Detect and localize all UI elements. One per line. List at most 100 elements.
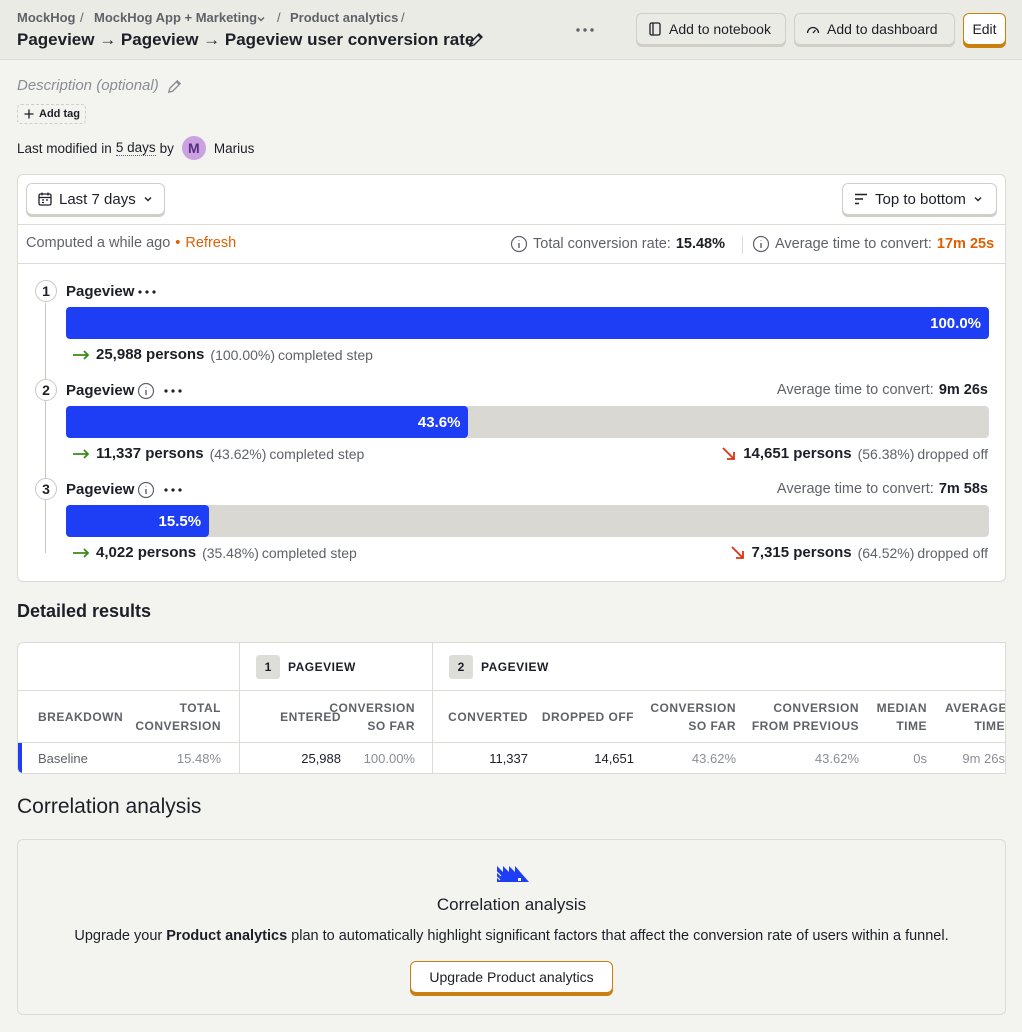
sort-icon (853, 191, 869, 207)
arrow-down-right-icon (730, 545, 746, 561)
more-icon[interactable] (163, 384, 183, 398)
page-title: Pageview → Pageview → Pageview user conv… (17, 30, 475, 49)
divider (742, 236, 743, 254)
more-icon[interactable] (575, 22, 595, 38)
date-range-select[interactable]: Last 7 days (26, 183, 165, 215)
plus-icon (23, 108, 35, 120)
table-cell: Baseline (38, 751, 88, 766)
refresh-link[interactable]: Refresh (185, 235, 236, 251)
detailed-results-table: 1 PAGEVIEW 2 PAGEVIEW BREAKDOWN TOTAL CO… (17, 642, 1006, 774)
breadcrumb-project[interactable]: MockHog App + Marketing (94, 10, 257, 25)
date-range-label: Last 7 days (59, 190, 136, 208)
step-avg-value: 7m 58s (938, 481, 988, 497)
completed-text: completed step (278, 346, 373, 363)
bullet: • (175, 235, 181, 251)
step-bar-label: 43.6% (417, 413, 461, 431)
correlation-desc-pre: Upgrade your (74, 928, 163, 944)
column-header: AVERAGE TIME (945, 701, 1006, 733)
arrow-right-icon (72, 349, 90, 361)
description-field[interactable]: Description (optional) (17, 77, 159, 94)
breadcrumb-section[interactable]: Product analytics (290, 10, 398, 25)
step-name: Pageview (66, 283, 135, 300)
breadcrumb-org[interactable]: MockHog (17, 10, 76, 25)
last-modified-in: in (101, 140, 112, 156)
avg-time-label: Average time to convert: (775, 236, 932, 252)
column-header: TOTAL CONVERSION (135, 701, 221, 733)
avatar: M (181, 136, 206, 160)
info-icon[interactable] (510, 235, 528, 253)
step-connector (45, 303, 46, 553)
column-header: CONVERTED (448, 710, 528, 724)
divider (18, 742, 1005, 743)
step-bar-label: 15.5% (158, 512, 202, 530)
completed-count: 4,022 persons (96, 544, 197, 561)
info-icon[interactable] (752, 235, 770, 253)
more-icon[interactable] (137, 285, 157, 299)
divider (18, 690, 1005, 691)
step-avg-label: Average time to convert: (776, 382, 934, 398)
divider (432, 643, 433, 773)
add-to-dashboard-button[interactable]: Add to dashboard (794, 13, 955, 45)
step-dropped: 14,651 persons (56.38%) dropped off (721, 445, 988, 462)
step-bar-fill: 100.0% (66, 307, 989, 339)
table-cell: 9m 26s (962, 751, 1005, 766)
step-dropped: 7,315 persons (64.52%) dropped off (730, 544, 988, 561)
group-step-label: PAGEVIEW (481, 660, 549, 674)
total-conversion-summary: Total conversion rate: 15.48% (510, 235, 725, 253)
info-icon[interactable] (137, 382, 155, 400)
edit-button[interactable]: Edit (963, 13, 1006, 45)
last-modified-time: 5 days (115, 140, 156, 156)
arrow-right-icon (72, 547, 90, 559)
group-step-label: PAGEVIEW (288, 660, 356, 674)
row-indicator (18, 743, 22, 773)
column-header: MEDIAN TIME (876, 701, 927, 733)
user-name: Marius (213, 140, 255, 156)
add-to-notebook-button[interactable]: Add to notebook (636, 13, 786, 45)
calendar-icon (37, 191, 53, 207)
correlation-description: Upgrade your Product analytics plan to a… (18, 928, 1005, 944)
table-cell: 43.62% (691, 751, 736, 766)
last-modified: Last modified in 5 days by M Marius (17, 136, 254, 160)
edit-label: Edit (972, 21, 997, 37)
divider (18, 224, 1005, 225)
more-icon[interactable] (163, 483, 183, 497)
notebook-icon (647, 21, 663, 37)
top-bar: MockHog / MockHog App + Marketing / Prod… (0, 0, 1022, 60)
dropped-count: 7,315 persons (751, 544, 852, 561)
step-completed: 4,022 persons (35.48%) completed step (72, 544, 357, 561)
completed-count: 25,988 persons (96, 346, 205, 363)
layout-label: Top to bottom (875, 190, 966, 208)
group-header-step-1: 1 PAGEVIEW (256, 655, 356, 679)
column-header: CONVERSION FROM PREVIOUS (751, 701, 859, 733)
step-name: Pageview (66, 481, 135, 498)
step-number: 2 (35, 379, 57, 401)
funnel-card: Last 7 days Top to bottom Computed a whi… (17, 174, 1006, 582)
dropped-pct: (56.38%) (857, 445, 915, 462)
layout-select[interactable]: Top to bottom (842, 183, 997, 215)
avg-time-value: 17m 25s (936, 236, 995, 252)
correlation-heading: Correlation analysis (17, 795, 202, 818)
pencil-icon[interactable] (166, 78, 183, 95)
step-bar-label: 100.0% (930, 314, 981, 332)
chevron-down-icon[interactable] (255, 13, 267, 25)
step-bar-track: 15.5% (66, 505, 989, 537)
add-tag-button[interactable]: Add tag (17, 104, 86, 124)
chevron-down-icon (142, 193, 154, 205)
dropped-text: dropped off (917, 445, 988, 462)
group-step-number: 1 (256, 655, 280, 679)
pencil-icon[interactable] (467, 31, 485, 49)
average-time-summary: Average time to convert: 17m 25s (752, 235, 994, 253)
step-bar-fill: 15.5% (66, 505, 210, 537)
add-to-dashboard-label: Add to dashboard (827, 21, 938, 37)
info-icon[interactable] (137, 481, 155, 499)
last-modified-by: by (159, 140, 174, 156)
step-completed: 11,337 persons (43.62%) completed step (72, 445, 364, 462)
dropped-text: dropped off (917, 544, 988, 561)
upgrade-button[interactable]: Upgrade Product analytics (410, 961, 613, 993)
table-cell: 25,988 (301, 751, 341, 766)
correlation-card-title: Correlation analysis (436, 895, 587, 914)
add-tag-label: Add tag (39, 108, 80, 120)
table-cell: 15.48% (176, 751, 221, 766)
completed-pct: (35.48%) (202, 544, 259, 561)
main-content: Description (optional) Add tag Last modi… (0, 60, 1022, 1032)
